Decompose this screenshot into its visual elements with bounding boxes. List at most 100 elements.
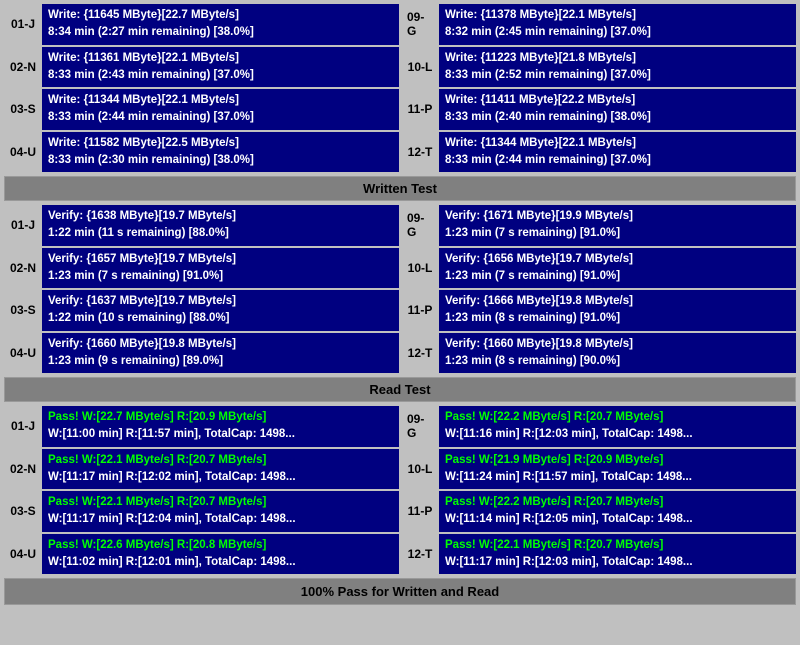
- row-id-02-N: 02-N: [4, 248, 42, 289]
- cell-line1: Verify: {1638 MByte}[19.7 MByte/s]: [48, 208, 393, 225]
- cell-line2: 8:34 min (2:27 min remaining) [38.0%]: [48, 24, 393, 41]
- row-id-10-L: 10-L: [401, 47, 439, 88]
- verify-grid-row-1-right: 10-L Verify: {1656 MByte}[19.7 MByte/s]1:…: [401, 248, 796, 289]
- cell-line1: Verify: {1660 MByte}[19.8 MByte/s]: [445, 336, 790, 353]
- cell-line1: Verify: {1637 MByte}[19.7 MByte/s]: [48, 293, 393, 310]
- cell-line2: 8:33 min (2:44 min remaining) [37.0%]: [48, 109, 393, 126]
- row-id-11-P: 11-P: [401, 491, 439, 532]
- write-grid-row-2-left: 03-S Write: {11344 MByte}[22.1 MByte/s]8:…: [4, 89, 399, 130]
- cell-line1: Write: {11344 MByte}[22.1 MByte/s]: [48, 92, 393, 109]
- row-id-04-U: 04-U: [4, 534, 42, 575]
- cell-line2: 1:23 min (8 s remaining) [91.0%]: [445, 310, 790, 327]
- verify-grid-row-3-left: 04-U Verify: {1660 MByte}[19.8 MByte/s]1:…: [4, 333, 399, 374]
- verify-grid-row-0-right: 09-GVerify: {1671 MByte}[19.9 MByte/s]1:…: [401, 205, 796, 246]
- pass-grid-row-1-right: 10-L Pass! W:[21.9 MByte/s] R:[20.9 MByte…: [401, 449, 796, 490]
- write-grid-row-3-right: 12-T Write: {11344 MByte}[22.1 MByte/s]8:…: [401, 132, 796, 173]
- cell-line2: 1:23 min (7 s remaining) [91.0%]: [445, 268, 790, 285]
- pass-section: 01-J Pass! W:[22.7 MByte/s] R:[20.9 MByte…: [4, 406, 796, 605]
- pass-line2: W:[11:17 min] R:[12:03 min], TotalCap: 1…: [445, 554, 790, 571]
- verify-section: 01-JVerify: {1638 MByte}[19.7 MByte/s]1:…: [4, 205, 796, 402]
- pass-grid-row-0-right: 09-G Pass! W:[22.2 MByte/s] R:[20.7 MByte…: [401, 406, 796, 447]
- main-container: 01-JWrite: {11645 MByte}[22.7 MByte/s]8:…: [0, 0, 800, 611]
- write-grid-row-0-left: 01-J Write: {11645 MByte}[22.7 MByte/s]8:…: [4, 4, 399, 45]
- row-id-03-S: 03-S: [4, 491, 42, 532]
- cell-line1: Write: {11378 MByte}[22.1 MByte/s]: [445, 7, 790, 24]
- pass-grid-row-3-left: 04-U Pass! W:[22.6 MByte/s] R:[20.8 MByte…: [4, 534, 399, 575]
- pass-line1: Pass! W:[22.1 MByte/s] R:[20.7 MByte/s]: [48, 452, 393, 469]
- pass-line1: Pass! W:[22.6 MByte/s] R:[20.8 MByte/s]: [48, 537, 393, 554]
- row-id-09-G: 09-G: [401, 4, 439, 45]
- cell-line2: 8:33 min (2:52 min remaining) [37.0%]: [445, 67, 790, 84]
- verify-grid-row-2-right: 11-PVerify: {1666 MByte}[19.8 MByte/s]1:…: [401, 290, 796, 331]
- row-id-03-S: 03-S: [4, 290, 42, 331]
- footer-label: 100% Pass for Written and Read: [4, 578, 796, 605]
- pass-grid-row-0-left: 01-J Pass! W:[22.7 MByte/s] R:[20.9 MByte…: [4, 406, 399, 447]
- cell-line1: Write: {11361 MByte}[22.1 MByte/s]: [48, 50, 393, 67]
- row-id-01-J: 01-J: [4, 406, 42, 447]
- write-grid-row-0-right: 09-G Write: {11378 MByte}[22.1 MByte/s]8:…: [401, 4, 796, 45]
- cell-line2: 1:23 min (9 s remaining) [89.0%]: [48, 353, 393, 370]
- row-id-01-J: 01-J: [4, 4, 42, 45]
- pass-line1: Pass! W:[22.7 MByte/s] R:[20.9 MByte/s]: [48, 409, 393, 426]
- cell-line2: 1:22 min (10 s remaining) [88.0%]: [48, 310, 393, 327]
- row-id-04-U: 04-U: [4, 333, 42, 374]
- pass-line2: W:[11:02 min] R:[12:01 min], TotalCap: 1…: [48, 554, 393, 571]
- cell-line1: Verify: {1657 MByte}[19.7 MByte/s]: [48, 251, 393, 268]
- cell-line2: 8:33 min (2:40 min remaining) [38.0%]: [445, 109, 790, 126]
- pass-line2: W:[11:24 min] R:[11:57 min], TotalCap: 1…: [445, 469, 790, 486]
- row-id-10-L: 10-L: [401, 449, 439, 490]
- cell-line2: 1:23 min (8 s remaining) [90.0%]: [445, 353, 790, 370]
- cell-line1: Write: {11344 MByte}[22.1 MByte/s]: [445, 135, 790, 152]
- row-id-09-G: 09-G: [401, 406, 439, 447]
- pass-line1: Pass! W:[22.2 MByte/s] R:[20.7 MByte/s]: [445, 494, 790, 511]
- pass-line1: Pass! W:[22.1 MByte/s] R:[20.7 MByte/s]: [48, 494, 393, 511]
- row-id-02-N: 02-N: [4, 47, 42, 88]
- cell-line2: 8:33 min (2:43 min remaining) [37.0%]: [48, 67, 393, 84]
- write-grid-row-2-right: 11-PWrite: {11411 MByte}[22.2 MByte/s]8:…: [401, 89, 796, 130]
- pass-line2: W:[11:14 min] R:[12:05 min], TotalCap: 1…: [445, 511, 790, 528]
- pass-grid: 01-J Pass! W:[22.7 MByte/s] R:[20.9 MByte…: [4, 406, 796, 574]
- write-grid-row-3-left: 04-U Write: {11582 MByte}[22.5 MByte/s]8:…: [4, 132, 399, 173]
- cell-line1: Verify: {1660 MByte}[19.8 MByte/s]: [48, 336, 393, 353]
- cell-line2: 8:32 min (2:45 min remaining) [37.0%]: [445, 24, 790, 41]
- read-test-header: Read Test: [4, 377, 796, 402]
- pass-grid-row-1-left: 02-NPass! W:[22.1 MByte/s] R:[20.7 MByte…: [4, 449, 399, 490]
- write-grid-row-1-left: 02-N Write: {11361 MByte}[22.1 MByte/s]8:…: [4, 47, 399, 88]
- verify-grid: 01-JVerify: {1638 MByte}[19.7 MByte/s]1:…: [4, 205, 796, 373]
- written-test-header: Written Test: [4, 176, 796, 201]
- row-id-01-J: 01-J: [4, 205, 42, 246]
- verify-grid-row-3-right: 12-T Verify: {1660 MByte}[19.8 MByte/s]1:…: [401, 333, 796, 374]
- row-id-12-T: 12-T: [401, 132, 439, 173]
- cell-line1: Verify: {1666 MByte}[19.8 MByte/s]: [445, 293, 790, 310]
- write-grid-row-1-right: 10-L Write: {11223 MByte}[21.8 MByte/s]8:…: [401, 47, 796, 88]
- verify-grid-row-0-left: 01-J Verify: {1638 MByte}[19.7 MByte/s]1:…: [4, 205, 399, 246]
- row-id-12-T: 12-T: [401, 534, 439, 575]
- cell-line2: 1:23 min (7 s remaining) [91.0%]: [445, 225, 790, 242]
- cell-line2: 8:33 min (2:44 min remaining) [37.0%]: [445, 152, 790, 169]
- pass-grid-row-2-left: 03-S Pass! W:[22.1 MByte/s] R:[20.7 MByte…: [4, 491, 399, 532]
- pass-line2: W:[11:16 min] R:[12:03 min], TotalCap: 1…: [445, 426, 790, 443]
- cell-line2: 1:23 min (7 s remaining) [91.0%]: [48, 268, 393, 285]
- row-id-12-T: 12-T: [401, 333, 439, 374]
- pass-line1: Pass! W:[21.9 MByte/s] R:[20.9 MByte/s]: [445, 452, 790, 469]
- cell-line1: Verify: {1671 MByte}[19.9 MByte/s]: [445, 208, 790, 225]
- cell-line1: Write: {11411 MByte}[22.2 MByte/s]: [445, 92, 790, 109]
- pass-grid-row-2-right: 11-P Pass! W:[22.2 MByte/s] R:[20.7 MByte…: [401, 491, 796, 532]
- write-grid: 01-JWrite: {11645 MByte}[22.7 MByte/s]8:…: [4, 4, 796, 172]
- pass-line1: Pass! W:[22.1 MByte/s] R:[20.7 MByte/s]: [445, 537, 790, 554]
- row-id-03-S: 03-S: [4, 89, 42, 130]
- verify-grid-row-1-left: 02-N Verify: {1657 MByte}[19.7 MByte/s]1:…: [4, 248, 399, 289]
- pass-line2: W:[11:00 min] R:[11:57 min], TotalCap: 1…: [48, 426, 393, 443]
- cell-line2: 1:22 min (11 s remaining) [88.0%]: [48, 225, 393, 242]
- cell-line2: 8:33 min (2:30 min remaining) [38.0%]: [48, 152, 393, 169]
- verify-grid-row-2-left: 03-S Verify: {1637 MByte}[19.7 MByte/s]1:…: [4, 290, 399, 331]
- cell-line1: Write: {11223 MByte}[21.8 MByte/s]: [445, 50, 790, 67]
- cell-line1: Verify: {1656 MByte}[19.7 MByte/s]: [445, 251, 790, 268]
- row-id-10-L: 10-L: [401, 248, 439, 289]
- cell-line1: Write: {11582 MByte}[22.5 MByte/s]: [48, 135, 393, 152]
- pass-grid-row-3-right: 12-T Pass! W:[22.1 MByte/s] R:[20.7 MByte…: [401, 534, 796, 575]
- pass-line1: Pass! W:[22.2 MByte/s] R:[20.7 MByte/s]: [445, 409, 790, 426]
- pass-line2: W:[11:17 min] R:[12:02 min], TotalCap: 1…: [48, 469, 393, 486]
- cell-line1: Write: {11645 MByte}[22.7 MByte/s]: [48, 7, 393, 24]
- row-id-04-U: 04-U: [4, 132, 42, 173]
